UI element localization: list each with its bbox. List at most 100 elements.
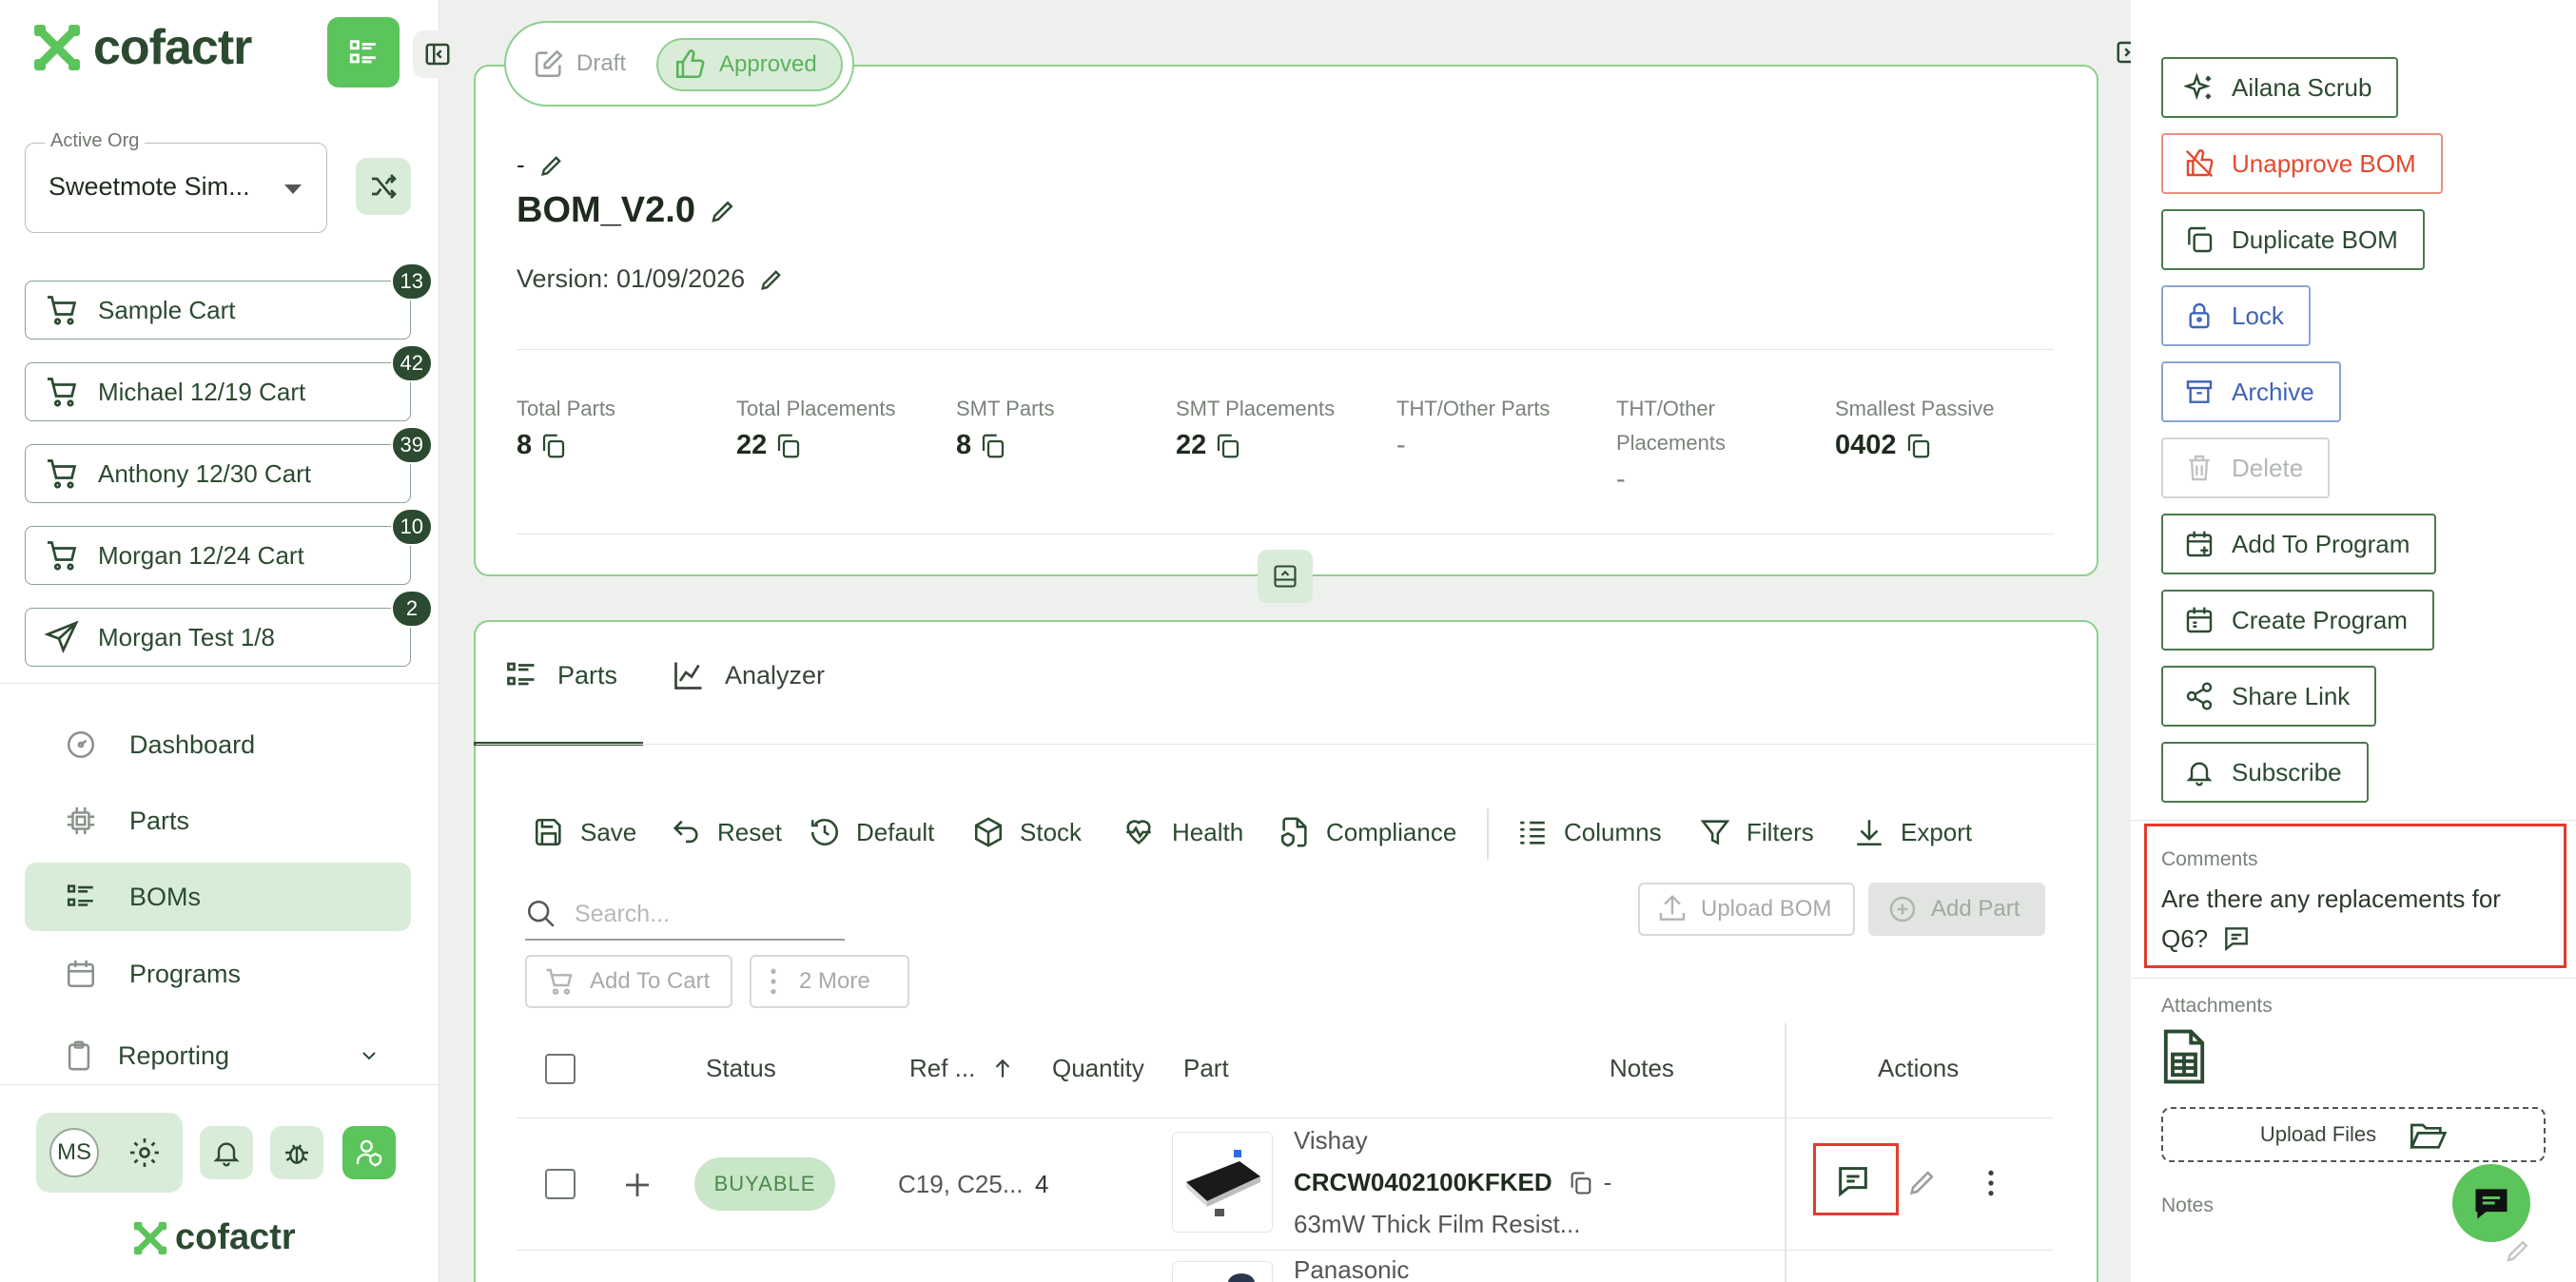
add-to-program-button[interactable]: Add To Program xyxy=(2161,514,2437,574)
more-actions-button[interactable]: 2 More xyxy=(750,955,909,1008)
copy-icon[interactable] xyxy=(774,432,803,460)
reset-button[interactable]: Reset xyxy=(670,816,782,848)
stat-tht-parts: THT/Other Parts - xyxy=(1396,392,1550,461)
heart-pulse-icon xyxy=(1126,820,1151,845)
list-view-button[interactable] xyxy=(327,17,400,87)
stat-total-parts: Total Parts 8 xyxy=(517,392,615,461)
edit-pencil-icon[interactable] xyxy=(1906,1166,1939,1198)
undo-icon xyxy=(673,820,698,844)
copy-icon[interactable] xyxy=(1904,432,1933,460)
unapprove-bom-button[interactable]: Unapprove BOM xyxy=(2161,133,2443,194)
upload-bom-button[interactable]: Upload BOM xyxy=(1638,883,1855,936)
save-label: Save xyxy=(580,817,637,846)
add-part-button[interactable]: Add Part xyxy=(1868,883,2045,936)
duplicate-bom-button[interactable]: Duplicate BOM xyxy=(2161,209,2425,270)
download-icon xyxy=(1857,820,1882,846)
pencil-icon[interactable] xyxy=(758,266,785,293)
column-header-quantity[interactable]: Quantity xyxy=(1052,1054,1144,1083)
row-checkbox[interactable] xyxy=(545,1169,576,1199)
cart-item-morgan[interactable]: Morgan 12/24 Cart 10 xyxy=(25,508,433,585)
brand-logo[interactable]: cofactr xyxy=(30,19,252,76)
lock-icon xyxy=(2189,302,2210,329)
copy-icon[interactable] xyxy=(1568,1170,1594,1196)
settings-button[interactable] xyxy=(118,1126,171,1179)
pencil-icon[interactable] xyxy=(2504,1236,2532,1265)
report-bug-button[interactable] xyxy=(270,1126,323,1179)
copy-icon[interactable] xyxy=(1214,432,1242,460)
column-header-part[interactable]: Part xyxy=(1183,1054,1229,1083)
copy-icon[interactable] xyxy=(979,432,1007,460)
nav-item-reporting[interactable]: Reporting xyxy=(25,1021,411,1090)
mpn-text[interactable]: CRCW0402100KFKED xyxy=(1294,1168,1552,1197)
user-profile-button[interactable] xyxy=(342,1126,396,1179)
copy-icon[interactable] xyxy=(539,432,568,460)
active-org-select[interactable]: Active Org Sweetmote Sim... xyxy=(25,130,327,233)
shuffle-icon xyxy=(372,174,397,199)
save-button[interactable]: Save xyxy=(533,816,636,848)
nav-item-dashboard[interactable]: Dashboard xyxy=(25,710,411,779)
cart-item-morgan-test[interactable]: Morgan Test 1/8 2 xyxy=(25,590,433,667)
column-header-notes[interactable]: Notes xyxy=(1610,1054,1674,1083)
filter-icon xyxy=(1700,820,1730,845)
search-bar xyxy=(525,889,845,941)
draft-status-button[interactable]: Draft xyxy=(533,48,626,80)
more-vertical-icon[interactable] xyxy=(1986,1168,1996,1198)
caret-down-icon xyxy=(284,185,302,194)
cart-item-sample[interactable]: Sample Cart 13 xyxy=(25,262,433,340)
notifications-button[interactable] xyxy=(200,1126,253,1179)
attachments-label: Attachments xyxy=(2161,995,2273,1017)
spreadsheet-file-icon[interactable] xyxy=(2161,1029,2207,1084)
share-link-button[interactable]: Share Link xyxy=(2161,666,2377,727)
subscribe-button[interactable]: Subscribe xyxy=(2161,742,2369,803)
cart-label: Morgan Test 1/8 xyxy=(98,622,275,651)
pencil-icon[interactable] xyxy=(538,152,565,179)
collapse-sidebar-button[interactable] xyxy=(413,30,462,78)
default-button[interactable]: Default xyxy=(809,816,934,848)
nav-item-parts[interactable]: Parts xyxy=(25,787,411,855)
cart-item-michael[interactable]: Michael 12/19 Cart 42 xyxy=(25,344,433,421)
export-button[interactable]: Export xyxy=(1853,816,1972,848)
create-program-button[interactable]: Create Program xyxy=(2161,590,2434,651)
switch-org-button[interactable] xyxy=(356,158,411,215)
column-header-ref[interactable]: Ref ... xyxy=(909,1054,1015,1083)
nav-item-programs[interactable]: Programs xyxy=(25,940,411,1008)
select-all-checkbox[interactable] xyxy=(545,1054,576,1084)
stock-button[interactable]: Stock xyxy=(972,816,1082,848)
cart-icon xyxy=(48,541,77,571)
cart-item-anthony[interactable]: Anthony 12/30 Cart 39 xyxy=(25,426,433,503)
upload-files-button[interactable]: Upload Files xyxy=(2161,1107,2546,1162)
tab-parts[interactable]: Parts xyxy=(504,658,617,692)
thumbs-down-slash-icon xyxy=(2185,149,2214,178)
nav-item-boms[interactable]: BOMs xyxy=(25,863,411,931)
bom-summary-card xyxy=(474,65,2098,576)
pencil-icon[interactable] xyxy=(709,197,737,225)
add-to-cart-button[interactable]: Add To Cart xyxy=(525,955,732,1008)
avatar[interactable]: MS xyxy=(49,1128,99,1177)
chat-support-button[interactable] xyxy=(2452,1164,2530,1242)
archive-button[interactable]: Archive xyxy=(2161,361,2341,422)
stat-label: THT/Other Placements xyxy=(1616,397,1726,455)
file-shield-icon xyxy=(1280,817,1307,847)
archive-label: Archive xyxy=(2232,377,2314,406)
capacitor-image xyxy=(1228,1273,1255,1282)
calendar-plus-icon xyxy=(2186,531,2213,557)
expand-row-icon[interactable] xyxy=(620,1168,654,1202)
delete-button[interactable]: Delete xyxy=(2161,437,2331,498)
add-part-label: Add Part xyxy=(1931,896,2020,922)
columns-button[interactable]: Columns xyxy=(1516,816,1662,848)
approved-status-button[interactable]: Approved xyxy=(656,38,843,91)
tab-analyzer[interactable]: Analyzer xyxy=(672,658,825,692)
search-input[interactable] xyxy=(575,900,822,928)
comment-icon[interactable] xyxy=(1834,1162,1872,1200)
panel-divider xyxy=(2131,978,2576,979)
compliance-button[interactable]: Compliance xyxy=(1278,816,1456,848)
comment-icon[interactable] xyxy=(2221,923,2252,954)
column-header-status[interactable]: Status xyxy=(706,1054,776,1083)
collapse-summary-button[interactable] xyxy=(1258,550,1313,603)
chat-bubble-icon xyxy=(2475,1189,2508,1219)
ailana-scrub-button[interactable]: Ailana Scrub xyxy=(2161,57,2399,118)
health-button[interactable]: Health xyxy=(1121,816,1243,848)
filters-button[interactable]: Filters xyxy=(1699,816,1814,848)
nav-label: Parts xyxy=(129,806,190,835)
lock-button[interactable]: Lock xyxy=(2161,285,2311,346)
